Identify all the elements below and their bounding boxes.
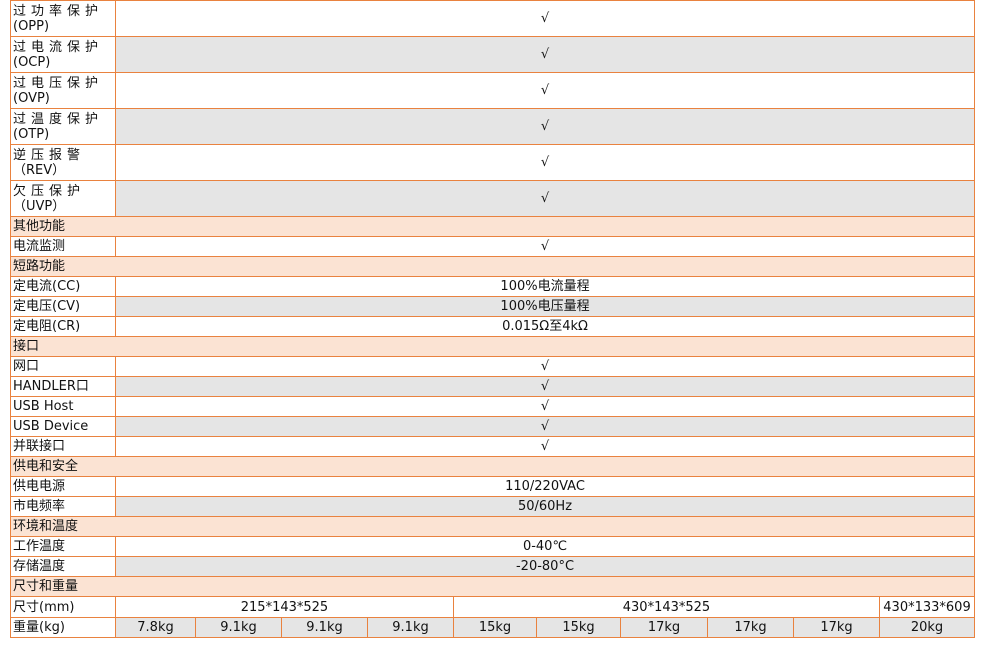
protection-row: 欠压保护 （UVP） √ (10, 180, 976, 217)
protection-code: (OTP) (13, 126, 50, 142)
protection-value: √ (114, 180, 976, 217)
section-header: 接口 (9, 336, 976, 357)
protection-name: 过温度保护 (13, 111, 104, 127)
spec-label: USB Device (10, 416, 116, 437)
spec-value: 0-40℃ (114, 536, 976, 557)
spec-label: 定电阻(CR) (10, 316, 116, 337)
weight-value: 17kg (620, 617, 708, 638)
section-title: 其他功能 (9, 216, 976, 237)
section-header: 其他功能 (9, 216, 976, 237)
protection-row: 过电压保护 (OVP) √ (10, 72, 976, 109)
section-header: 短路功能 (9, 256, 976, 277)
size-value: 430*143*525 (453, 596, 880, 618)
protection-name: 逆压报警 (13, 147, 86, 163)
spec-label: 存储温度 (10, 556, 116, 577)
weight-label: 重量(kg) (10, 617, 116, 638)
weight-row: 重量(kg) 7.8kg 9.1kg 9.1kg 9.1kg 15kg 15kg 17kg 17… (10, 617, 976, 638)
spec-row: 网口 √ (10, 356, 976, 377)
spec-value: √ (114, 236, 976, 257)
spec-label: 定电流(CC) (10, 276, 116, 297)
spec-value: 0.015Ω至4kΩ (114, 316, 976, 337)
weight-value: 17kg (707, 617, 794, 638)
protection-row: 过功率保护 (OPP) √ (10, 0, 976, 37)
spec-row: 定电阻(CR) 0.015Ω至4kΩ (10, 316, 976, 337)
protection-row: 逆压报警 （REV） √ (10, 144, 976, 181)
weight-value: 9.1kg (367, 617, 454, 638)
spec-row: 定电压(CV) 100%电压量程 (10, 296, 976, 317)
protection-name: 过功率保护 (13, 3, 104, 19)
spec-label: 市电频率 (10, 496, 116, 517)
protection-label: 过温度保护 (OTP) (10, 108, 116, 145)
weight-value: 15kg (536, 617, 621, 638)
protection-code: (OVP) (13, 90, 50, 106)
spec-value: √ (114, 376, 976, 397)
spec-value: √ (114, 356, 976, 377)
protection-label: 欠压保护 （UVP） (10, 180, 116, 217)
protection-value: √ (114, 36, 976, 73)
section-header: 尺寸和重量 (9, 576, 976, 597)
protection-code: （UVP） (13, 198, 66, 214)
protection-value: √ (114, 72, 976, 109)
spec-row: 存储温度 -20-80°C (10, 556, 976, 577)
spec-row: 供电电源 110/220VAC (10, 476, 976, 497)
weight-value: 7.8kg (115, 617, 196, 638)
section-title: 接口 (9, 336, 976, 357)
spec-value: 100%电流量程 (114, 276, 976, 297)
spec-value: 110/220VAC (114, 476, 976, 497)
weight-value: 15kg (453, 617, 537, 638)
spec-label: 网口 (10, 356, 116, 377)
section-header: 环境和温度 (9, 516, 976, 537)
weight-value: 9.1kg (281, 617, 368, 638)
section-header: 供电和安全 (9, 456, 976, 477)
protection-name: 过电压保护 (13, 75, 104, 91)
protection-value: √ (114, 0, 976, 37)
spec-label: 供电电源 (10, 476, 116, 497)
spec-row: USB Host √ (10, 396, 976, 417)
spec-label: 并联接口 (10, 436, 116, 457)
section-title: 环境和温度 (9, 516, 976, 537)
protection-value: √ (114, 144, 976, 181)
protection-code: (OPP) (13, 18, 50, 34)
spec-value: -20-80°C (114, 556, 976, 577)
protection-code: （REV） (13, 162, 66, 178)
spec-row: 定电流(CC) 100%电流量程 (10, 276, 976, 297)
protection-label: 过电流保护 (OCP) (10, 36, 116, 73)
size-value: 215*143*525 (115, 596, 454, 618)
weight-value: 20kg (878, 617, 976, 638)
spec-row: 市电频率 50/60Hz (10, 496, 976, 517)
spec-row: 工作温度 0-40℃ (10, 536, 976, 557)
spec-table: 过功率保护 (OPP) √ 过电流保护 (OCP) √ 过电压保护 (OVP) √ 过温度保护 (O… (9, 0, 976, 638)
spec-label: 定电压(CV) (10, 296, 116, 317)
protection-value: √ (114, 108, 976, 145)
spec-value: 50/60Hz (114, 496, 976, 517)
spec-row: 并联接口 √ (10, 436, 976, 457)
spec-label: USB Host (10, 396, 116, 417)
spec-row: USB Device √ (10, 416, 976, 437)
section-title: 供电和安全 (9, 456, 976, 477)
weight-value: 17kg (793, 617, 880, 638)
spec-value: √ (114, 396, 976, 417)
spec-row: HANDLER口 √ (10, 376, 976, 397)
section-title: 短路功能 (9, 256, 976, 277)
spec-label: HANDLER口 (10, 376, 116, 397)
size-label: 尺寸(mm) (10, 596, 116, 618)
protection-label: 逆压报警 （REV） (10, 144, 116, 181)
spec-label: 工作温度 (10, 536, 116, 557)
spec-value: √ (114, 416, 976, 437)
weight-value: 9.1kg (195, 617, 282, 638)
spec-label: 电流监测 (10, 236, 116, 257)
protection-row: 过电流保护 (OCP) √ (10, 36, 976, 73)
protection-name: 过电流保护 (13, 39, 104, 55)
spec-value: √ (114, 436, 976, 457)
protection-row: 过温度保护 (OTP) √ (10, 108, 976, 145)
protection-code: (OCP) (13, 54, 51, 70)
protection-name: 欠压保护 (13, 183, 86, 199)
protection-label: 过电压保护 (OVP) (10, 72, 116, 109)
spec-row: 电流监测 √ (10, 236, 976, 257)
section-title: 尺寸和重量 (9, 576, 976, 597)
size-row: 尺寸(mm) 215*143*525 430*143*525 430*133*609 (10, 596, 976, 618)
protection-label: 过功率保护 (OPP) (10, 0, 116, 37)
size-value: 430*133*609 (878, 596, 976, 618)
spec-value: 100%电压量程 (114, 296, 976, 317)
